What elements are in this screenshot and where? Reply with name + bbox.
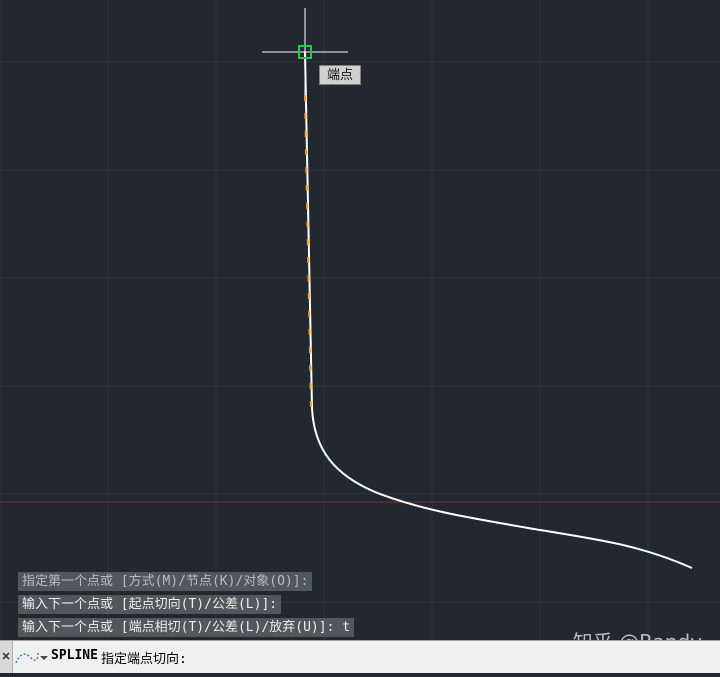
close-icon[interactable] (0, 641, 12, 673)
command-line-handle[interactable] (0, 641, 13, 673)
command-spline-icon[interactable] (14, 647, 48, 667)
snap-tooltip: 端点 (319, 65, 361, 85)
command-name: SPLINE (51, 648, 98, 663)
command-history-line: 指定第一个点或 [方式(M)/节点(K)/对象(O)]: (18, 572, 313, 591)
spline-curve[interactable] (304, 51, 693, 569)
chevron-down-icon (40, 656, 48, 660)
grid-lines (0, 0, 720, 640)
command-history-line: 输入下一个点或 [端点相切(T)/公差(L)/放弃(U)]: t (18, 618, 355, 637)
canvas-graphics (0, 0, 720, 640)
command-line-bar[interactable]: SPLINE 指定端点切向: (0, 640, 720, 673)
drawing-canvas[interactable]: 端点 指定第一个点或 [方式(M)/节点(K)/对象(O)]: 输入下一个点或 … (0, 0, 720, 654)
command-history-line: 输入下一个点或 [起点切向(T)/公差(L)]: (18, 595, 282, 614)
command-prompt[interactable]: 指定端点切向: (101, 648, 187, 667)
